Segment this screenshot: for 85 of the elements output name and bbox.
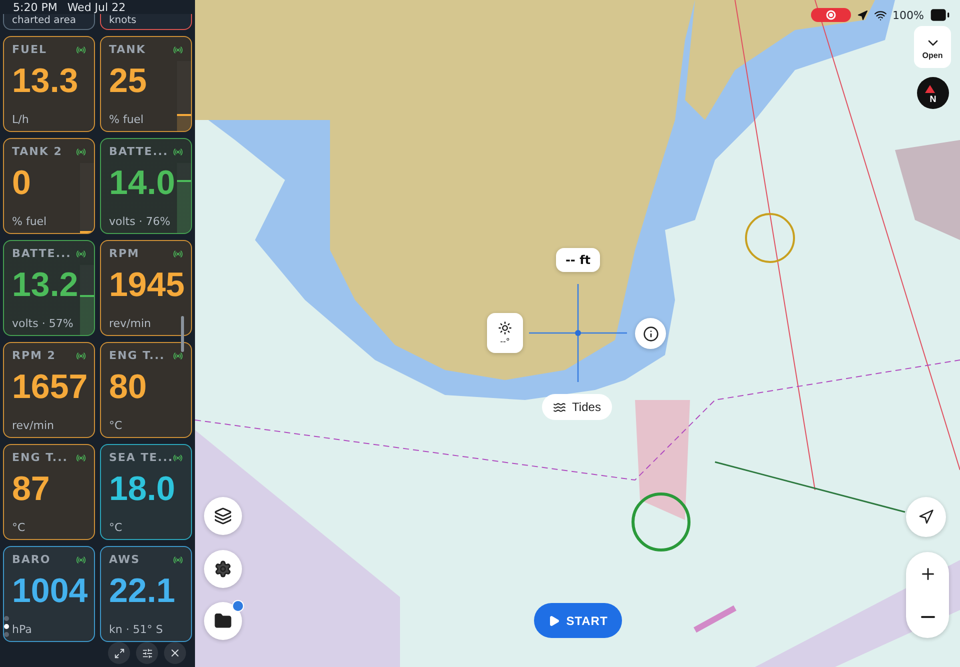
expand-icon xyxy=(114,648,124,658)
crosshair-icon xyxy=(529,284,627,382)
info-icon xyxy=(642,326,658,342)
light-button[interactable]: --° xyxy=(487,313,523,353)
card-unit: °C xyxy=(12,521,26,534)
card-value: 1657 xyxy=(12,367,88,408)
signal-icon xyxy=(173,350,183,360)
signal-icon xyxy=(76,554,86,564)
card-value: 1004 xyxy=(12,571,88,612)
scrollbar xyxy=(181,316,184,352)
card-unit: charted area xyxy=(12,15,76,27)
vessel-ring xyxy=(632,492,690,552)
card-label: ENG T... xyxy=(109,349,165,362)
close-button[interactable] xyxy=(164,642,186,664)
recording-indicator xyxy=(810,8,851,22)
status-date: Wed Jul 22 xyxy=(67,1,126,14)
expand-button[interactable] xyxy=(108,642,130,664)
page-dot[interactable] xyxy=(4,632,9,637)
card-label: BATTE... xyxy=(12,247,72,260)
signal-icon xyxy=(76,44,86,54)
card-unit: % fuel xyxy=(12,215,48,228)
card-unit: knots xyxy=(109,15,136,27)
signal-icon xyxy=(173,44,183,54)
sliders-icon xyxy=(142,648,152,658)
open-button[interactable]: Open xyxy=(914,26,951,68)
waves-icon xyxy=(553,400,566,414)
card-value: 25 xyxy=(109,61,147,102)
card-value: 18.0 xyxy=(109,469,176,510)
sun-icon xyxy=(498,320,512,334)
card-value: 1945 xyxy=(109,265,185,306)
card-label: AWS xyxy=(109,553,140,566)
card-label: ENG T... xyxy=(12,451,68,464)
card-unit: volts · 76% xyxy=(109,215,172,228)
start-button[interactable]: START xyxy=(534,603,622,638)
card-value: 80 xyxy=(109,367,147,408)
depth-readout: -- ft xyxy=(556,248,600,272)
page-dot[interactable] xyxy=(4,624,9,629)
card-label: RPM xyxy=(109,247,140,260)
card-value: 0 xyxy=(12,163,31,204)
card-unit: kn · 51° S xyxy=(109,623,164,636)
card-value: 13.2 xyxy=(12,265,78,306)
card-value: 87 xyxy=(12,469,50,510)
wifi-icon xyxy=(874,8,887,22)
signal-icon xyxy=(173,248,183,258)
card-unit: volts · 57% xyxy=(12,317,74,330)
signal-icon xyxy=(76,350,86,360)
light-reading: --° xyxy=(500,336,510,346)
minus-icon xyxy=(920,616,934,618)
light-ring xyxy=(745,213,795,263)
card-label: SEA TE... xyxy=(109,451,174,464)
folder-icon xyxy=(214,612,232,630)
card-unit: rev/min xyxy=(109,317,152,330)
navigation-arrow-icon xyxy=(918,509,934,525)
card-label: RPM 2 xyxy=(12,349,56,362)
north-pointer-icon xyxy=(924,85,935,93)
page-dot[interactable] xyxy=(4,616,9,621)
card-label: TANK 2 xyxy=(12,145,62,158)
card-label: FUEL xyxy=(12,43,47,56)
signal-icon xyxy=(76,248,86,258)
location-icon xyxy=(856,10,868,20)
signal-icon xyxy=(173,554,183,564)
card-unit: L/h xyxy=(12,113,30,126)
battery-percentage: 100% xyxy=(892,8,924,22)
card-label: TANK xyxy=(109,43,146,56)
card-label: BATTE... xyxy=(109,145,168,158)
close-icon xyxy=(169,647,181,659)
layers-icon xyxy=(214,507,232,525)
settings-icon xyxy=(214,560,232,578)
card-label: BARO xyxy=(12,553,51,566)
signal-icon xyxy=(173,146,183,156)
card-value: 13.3 xyxy=(12,61,78,102)
play-icon xyxy=(548,614,560,626)
card-unit: °C xyxy=(109,521,124,534)
status-time: 5:20 PM xyxy=(13,1,58,14)
card-unit: % fuel xyxy=(109,113,145,126)
card-unit: rev/min xyxy=(12,419,56,432)
card-unit: hPa xyxy=(12,623,33,636)
tides-button[interactable]: Tides xyxy=(542,394,612,420)
card-value: 14.0 xyxy=(109,163,176,204)
signal-icon xyxy=(76,452,86,462)
signal-icon xyxy=(173,452,183,462)
card-unit: °C xyxy=(109,419,124,432)
card-value: 22.1 xyxy=(109,571,176,612)
sliders-button[interactable] xyxy=(136,642,158,664)
signal-icon xyxy=(76,146,86,156)
